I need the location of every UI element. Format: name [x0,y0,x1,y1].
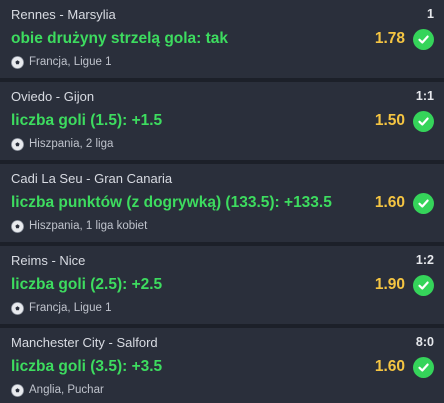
soccer-ball-icon [11,55,24,69]
bet-odds: 1.60 [374,194,405,211]
match-name[interactable]: Manchester City - Salford [11,335,158,350]
bet-league-row: Francja, Ligue 1 [11,54,434,70]
bet-league-row: Hiszpania, 1 liga kobiet [11,218,434,234]
bet-pick-row: liczba goli (2.5): +2.5 1.90 [11,273,434,297]
check-circle-icon [413,28,434,50]
bet-item[interactable]: Oviedo - Gijon 1:1 liczba goli (1.5): +1… [0,82,444,160]
bet-item[interactable]: Rennes - Marsylia 1 obie drużyny strzelą… [0,0,444,78]
bet-pick-row: obie drużyny strzelą gola: tak 1.78 [11,27,434,51]
odds-group: 1.78 [374,28,434,50]
match-score: 1:2 [415,253,434,267]
match-score: 8:0 [415,335,434,349]
league-name: Francja, Ligue 1 [29,56,112,68]
check-circle-icon [413,110,434,132]
check-circle-icon [413,356,434,378]
soccer-ball-icon [11,383,24,397]
bet-league-row: Anglia, Puchar [11,382,434,398]
bet-pick-row: liczba goli (1.5): +1.5 1.50 [11,109,434,133]
bet-header: Cadi La Seu - Gran Canaria [11,169,434,187]
bet-pick-row: liczba punktów (z dogrywką) (133.5): +13… [11,191,434,215]
bet-league-row: Francja, Ligue 1 [11,300,434,316]
match-name[interactable]: Oviedo - Gijon [11,89,94,104]
check-circle-icon [413,192,434,214]
soccer-ball-icon [11,301,24,315]
bet-item[interactable]: Reims - Nice 1:2 liczba goli (2.5): +2.5… [0,246,444,324]
bet-pick-row: liczba goli (3.5): +3.5 1.60 [11,355,434,379]
bet-item[interactable]: Cadi La Seu - Gran Canaria liczba punktó… [0,164,444,242]
bet-header: Rennes - Marsylia 1 [11,5,434,23]
bet-pick: liczba goli (2.5): +2.5 [11,276,163,293]
match-name[interactable]: Cadi La Seu - Gran Canaria [11,171,172,186]
bet-pick: liczba punktów (z dogrywką) (133.5): +13… [11,194,332,211]
league-name: Hiszpania, 2 liga [29,138,114,150]
odds-group: 1.90 [374,274,434,296]
bet-header: Manchester City - Salford 8:0 [11,333,434,351]
odds-group: 1.50 [374,110,434,132]
odds-group: 1.60 [374,192,434,214]
soccer-ball-icon [11,137,24,151]
bet-slip-list: Rennes - Marsylia 1 obie drużyny strzelą… [0,0,444,403]
check-circle-icon [413,274,434,296]
bet-league-row: Hiszpania, 2 liga [11,136,434,152]
match-name[interactable]: Rennes - Marsylia [11,7,116,22]
match-score: 1 [427,7,434,21]
odds-group: 1.60 [374,356,434,378]
league-name: Francja, Ligue 1 [29,302,112,314]
bet-pick: liczba goli (1.5): +1.5 [11,112,163,129]
bet-pick: obie drużyny strzelą gola: tak [11,30,229,47]
league-name: Hiszpania, 1 liga kobiet [29,220,148,232]
bet-header: Oviedo - Gijon 1:1 [11,87,434,105]
bet-item[interactable]: Manchester City - Salford 8:0 liczba gol… [0,328,444,403]
bet-odds: 1.50 [374,112,405,129]
bet-header: Reims - Nice 1:2 [11,251,434,269]
bet-odds: 1.90 [374,276,405,293]
match-name[interactable]: Reims - Nice [11,253,85,268]
soccer-ball-icon [11,219,24,233]
bet-odds: 1.78 [374,30,405,47]
bet-odds: 1.60 [374,358,405,375]
match-score: 1:1 [415,89,434,103]
league-name: Anglia, Puchar [29,384,104,396]
bet-pick: liczba goli (3.5): +3.5 [11,358,163,375]
